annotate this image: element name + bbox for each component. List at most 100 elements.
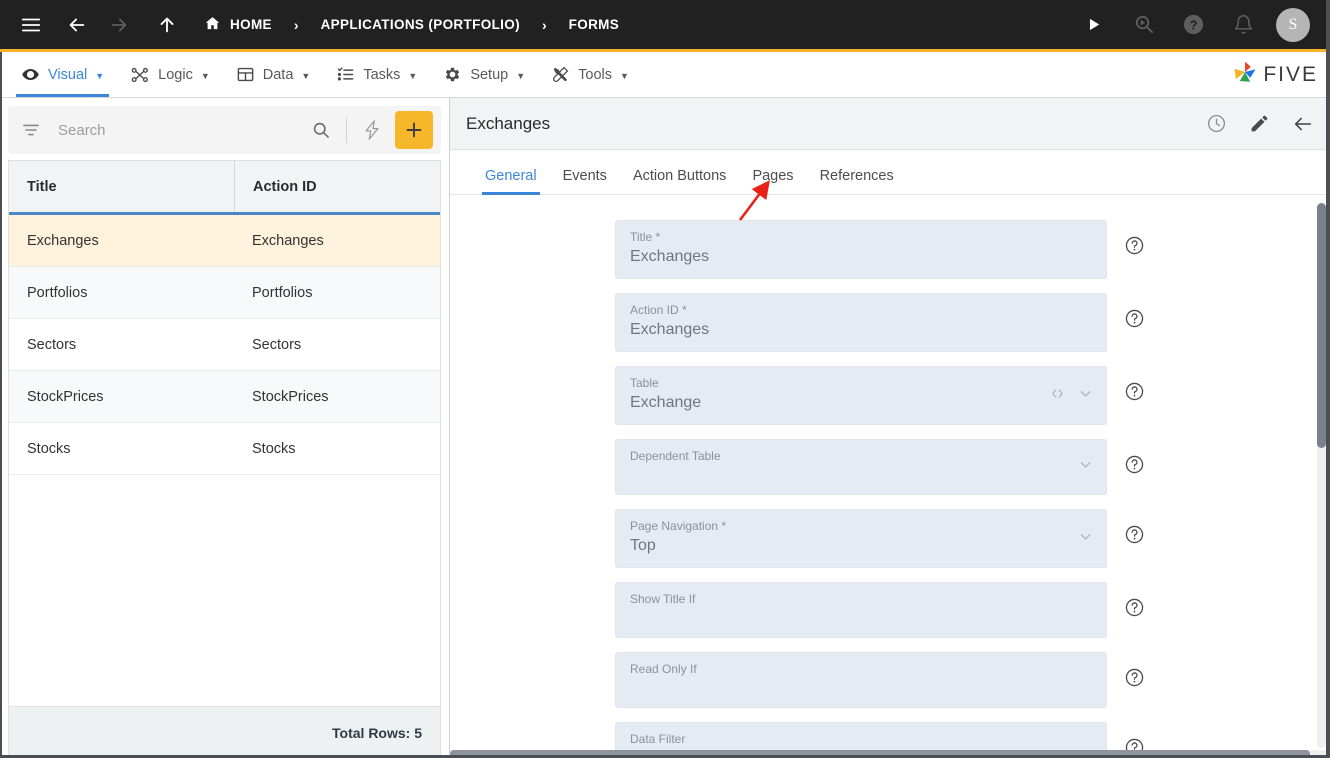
field-title[interactable]: Title * Exchanges (615, 220, 1107, 279)
cell-action-id: Sectors (252, 336, 302, 353)
history-clock-icon[interactable] (1206, 113, 1227, 134)
detail-tabs: General Events Action Buttons Pages Refe… (450, 150, 1330, 195)
field-label: Title * (630, 230, 661, 244)
help-icon[interactable] (1123, 380, 1145, 402)
nav-up-icon[interactable] (150, 8, 184, 42)
table-row[interactable]: Exchanges Exchanges (9, 215, 440, 267)
chevron-down-icon: ▼ (200, 70, 210, 81)
field-controls (1077, 456, 1094, 478)
avatar-initial: S (1288, 15, 1298, 33)
form-row-page-navigation: Page Navigation * Top (615, 509, 1145, 568)
field-value: Top (630, 537, 656, 554)
help-icon[interactable] (1123, 523, 1145, 545)
cell-title: Portfolios (27, 284, 88, 301)
run-play-icon[interactable] (1076, 8, 1110, 42)
breadcrumb-item-forms[interactable]: FORMS (563, 17, 626, 32)
nav-item-logic[interactable]: Logic ▼ (117, 52, 223, 97)
cell-action-id: Exchanges (252, 232, 324, 249)
breadcrumb-item-home[interactable]: HOME (198, 15, 278, 35)
form-fields: Title * Exchanges Action ID * Exchanges (615, 220, 1145, 758)
main-body: Title Action ID Exchanges Exchanges Port… (0, 98, 1330, 758)
breadcrumb-item-applications[interactable]: APPLICATIONS (PORTFOLIO) (315, 17, 526, 32)
help-icon[interactable]: ? (1176, 8, 1210, 42)
vertical-scrollbar-thumb[interactable] (1317, 203, 1326, 448)
help-icon[interactable] (1123, 307, 1145, 329)
chevron-down-icon: ▼ (301, 70, 311, 81)
form-row-show-title-if: Show Title If (615, 582, 1145, 638)
column-header-action-id[interactable]: Action ID (234, 161, 440, 212)
table-row[interactable]: Stocks Stocks (9, 423, 440, 475)
svg-text:?: ? (1189, 18, 1197, 32)
chevron-down-icon[interactable] (1077, 456, 1094, 478)
cell-title: Stocks (27, 440, 71, 457)
tab-references[interactable]: References (807, 168, 907, 194)
nav-item-data[interactable]: Data ▼ (223, 52, 324, 97)
cell-title: Sectors (27, 336, 77, 353)
help-icon[interactable] (1123, 666, 1145, 688)
breadcrumb-label-forms: FORMS (568, 17, 620, 32)
nav-item-tools[interactable]: Tools ▼ (538, 52, 642, 97)
table-row[interactable]: StockPrices StockPrices (9, 371, 440, 423)
chevron-down-icon[interactable] (1077, 528, 1094, 550)
chevron-down-icon[interactable] (1077, 385, 1094, 407)
grid-rows: Exchanges Exchanges Portfolios Portfolio… (9, 215, 440, 706)
tab-action-buttons[interactable]: Action Buttons (620, 168, 740, 194)
top-bar-actions: ? S (1076, 7, 1316, 42)
five-brand-logo: FIVE (1232, 52, 1330, 97)
nav-back-icon[interactable] (60, 8, 94, 42)
help-icon[interactable] (1123, 234, 1145, 256)
field-show-title-if[interactable]: Show Title If (615, 582, 1107, 638)
hamburger-menu-icon[interactable] (14, 8, 48, 42)
back-arrow-icon[interactable] (1292, 113, 1314, 135)
nav-forward-icon[interactable] (102, 8, 136, 42)
search-icon[interactable] (306, 115, 336, 145)
field-table[interactable]: Table Exchange (615, 366, 1107, 425)
field-read-only-if[interactable]: Read Only If (615, 652, 1107, 708)
notifications-bell-icon[interactable] (1226, 8, 1260, 42)
lightning-bolt-icon[interactable] (357, 115, 387, 145)
breadcrumb: HOME › APPLICATIONS (PORTFOLIO) › FORMS (198, 15, 625, 35)
chevron-down-icon: ▼ (408, 70, 418, 81)
add-form-button[interactable] (395, 111, 433, 149)
field-value: Exchanges (630, 248, 710, 265)
nav-label-tasks: Tasks (363, 66, 401, 83)
column-header-title[interactable]: Title (9, 161, 234, 212)
tab-general[interactable]: General (472, 168, 550, 195)
home-icon (204, 15, 221, 35)
help-icon[interactable] (1123, 453, 1145, 475)
five-wordmark: FIVE (1263, 62, 1318, 86)
tab-events[interactable]: Events (550, 168, 620, 194)
application-window: HOME › APPLICATIONS (PORTFOLIO) › FORMS … (0, 0, 1330, 758)
help-icon[interactable] (1123, 596, 1145, 618)
field-value: Exchange (630, 394, 702, 411)
table-row[interactable]: Sectors Sectors (9, 319, 440, 371)
user-avatar[interactable]: S (1276, 7, 1310, 42)
forms-list-panel: Title Action ID Exchanges Exchanges Port… (0, 98, 450, 758)
search-input[interactable] (50, 121, 302, 139)
vertical-scrollbar-track[interactable] (1317, 203, 1326, 748)
nav-item-visual[interactable]: Visual ▼ (8, 52, 117, 97)
filter-icon[interactable] (16, 120, 46, 140)
breadcrumb-label-applications: APPLICATIONS (PORTFOLIO) (320, 17, 520, 32)
edit-pencil-icon[interactable] (1249, 113, 1270, 134)
field-controls (1049, 385, 1094, 407)
code-brackets-icon[interactable] (1049, 385, 1066, 407)
window-edge-left (0, 52, 2, 758)
top-bar: HOME › APPLICATIONS (PORTFOLIO) › FORMS … (0, 0, 1330, 52)
form-row-action-id: Action ID * Exchanges (615, 293, 1145, 352)
search-run-icon[interactable] (1126, 8, 1160, 42)
chevron-down-icon: ▼ (620, 70, 629, 81)
field-dependent-table[interactable]: Dependent Table (615, 439, 1107, 495)
nav-item-setup[interactable]: Setup ▼ (430, 52, 538, 97)
field-action-id[interactable]: Action ID * Exchanges (615, 293, 1107, 352)
page-title: Exchanges (466, 113, 551, 133)
table-row[interactable]: Portfolios Portfolios (9, 267, 440, 319)
cell-action-id: Portfolios (252, 284, 313, 301)
wrench-screwdriver-icon (551, 65, 570, 84)
eye-icon (21, 65, 40, 84)
tab-pages[interactable]: Pages (739, 168, 806, 194)
field-page-navigation[interactable]: Page Navigation * Top (615, 509, 1107, 568)
form-row-title: Title * Exchanges (615, 220, 1145, 279)
nav-item-tasks[interactable]: Tasks ▼ (323, 52, 430, 97)
chevron-down-icon: ▼ (516, 70, 526, 81)
